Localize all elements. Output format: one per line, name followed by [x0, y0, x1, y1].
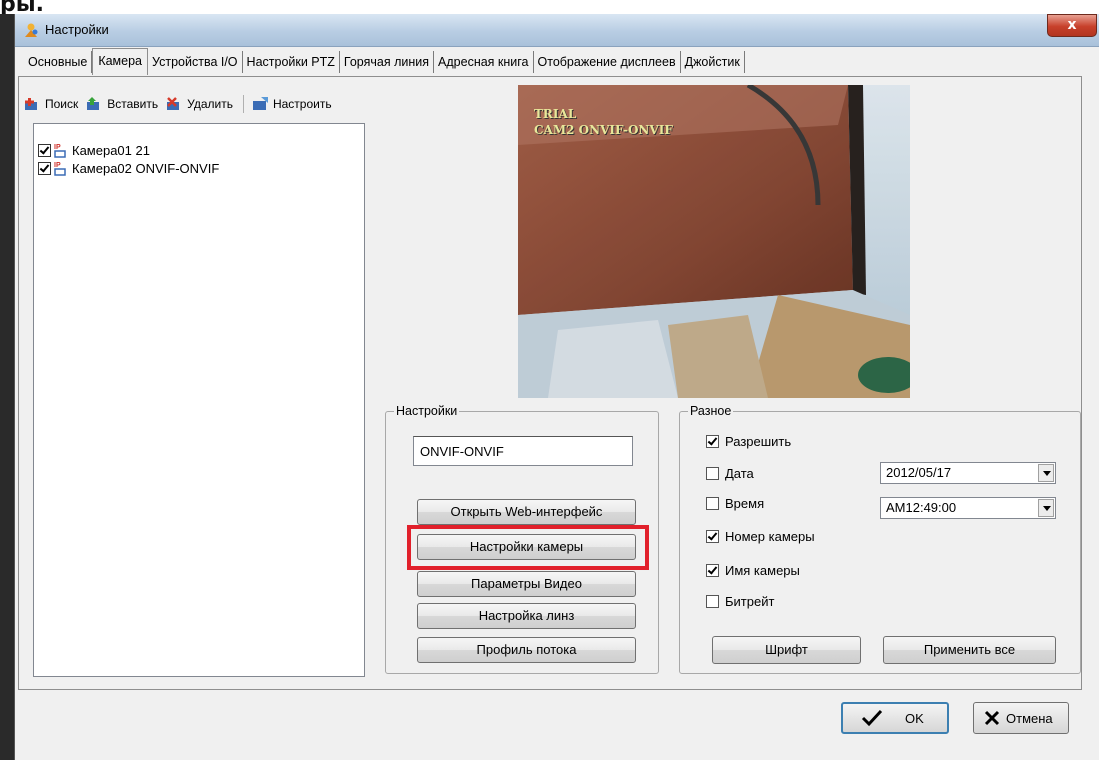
list-item[interactable]: IP Камера02 ONVIF-ONVIF — [38, 159, 219, 177]
camera-number-label: Номер камеры — [725, 529, 815, 544]
ip-camera-icon: IP — [54, 162, 66, 176]
date-checkbox[interactable] — [706, 467, 719, 480]
time-option[interactable]: Время — [706, 496, 764, 511]
tab-ptz-settings[interactable]: Настройки PTZ — [243, 51, 340, 73]
search-button[interactable]: Поиск — [24, 96, 78, 112]
cancel-button-label: Отмена — [1006, 710, 1053, 726]
tab-camera[interactable]: Камера — [92, 48, 148, 75]
insert-button-label: Вставить — [107, 97, 159, 111]
camera-checkbox[interactable] — [38, 143, 51, 157]
camera-number-option[interactable]: Номер камеры — [706, 529, 815, 544]
camera-checkbox[interactable] — [38, 161, 51, 175]
camera-name-option[interactable]: Имя камеры — [706, 563, 800, 578]
chevron-down-icon[interactable] — [1038, 499, 1054, 517]
toolbar-separator — [242, 95, 244, 113]
stream-profile-button[interactable]: Профиль потока — [417, 637, 636, 663]
open-web-interface-button[interactable]: Открыть Web-интерфейс — [417, 499, 636, 525]
search-button-label: Поиск — [45, 97, 79, 111]
tab-general[interactable]: Основные — [22, 51, 93, 73]
delete-button[interactable]: Удалить — [166, 96, 233, 112]
preview-overlay-camera-name: CAM2 ONVIF-ONVIF — [534, 123, 673, 137]
tab-address-book[interactable]: Адресная книга — [434, 51, 534, 73]
chevron-down-icon[interactable] — [1038, 464, 1054, 482]
lens-settings-button[interactable]: Настройка линз — [417, 603, 636, 629]
date-option[interactable]: Дата — [706, 466, 754, 481]
time-select[interactable]: AM12:49:00 — [880, 497, 1056, 519]
date-select[interactable]: 2012/05/17 — [880, 462, 1056, 484]
time-value: AM12:49:00 — [886, 500, 957, 515]
camera-name-label: Имя камеры — [725, 563, 800, 578]
search-camera-icon — [25, 98, 37, 110]
close-button[interactable]: x — [1047, 14, 1097, 37]
tab-strip: Основные Камера Устройства I/O Настройки… — [22, 48, 745, 76]
camera-label: Камера02 ONVIF-ONVIF — [72, 160, 220, 176]
camera-number-checkbox[interactable] — [706, 530, 719, 543]
time-label: Время — [725, 496, 765, 511]
settings-group-legend: Настройки — [396, 404, 458, 418]
enable-option[interactable]: Разрешить — [706, 434, 791, 449]
configure-button[interactable]: Настроить — [252, 96, 332, 112]
camera-label: Камера01 21 — [72, 142, 150, 158]
highlight-frame — [407, 525, 649, 570]
svg-text:IP: IP — [54, 162, 61, 169]
window-title: Настройки — [45, 22, 109, 37]
list-item[interactable]: IP Камера01 21 — [38, 141, 150, 159]
camera-toolbar: Поиск Вставить Удалить Настроить — [24, 92, 340, 116]
tab-hotline[interactable]: Горячая линия — [340, 51, 435, 73]
font-button[interactable]: Шрифт — [712, 636, 861, 664]
insert-camera-icon — [87, 97, 100, 110]
camera-name-input[interactable]: ONVIF-ONVIF — [413, 436, 633, 466]
date-label: Дата — [725, 466, 754, 481]
time-checkbox[interactable] — [706, 497, 719, 510]
checkmark-icon — [861, 709, 883, 727]
video-params-button[interactable]: Параметры Видео — [417, 571, 636, 597]
enable-checkbox[interactable] — [706, 435, 719, 448]
tab-joystick[interactable]: Джойстик — [681, 51, 745, 73]
ip-camera-icon: IP — [54, 144, 66, 158]
delete-camera-icon — [167, 97, 180, 110]
insert-button[interactable]: Вставить — [86, 96, 158, 112]
ok-button-label: OK — [905, 710, 924, 726]
camera-preview: TRIAL CAM2 ONVIF-ONVIF — [518, 85, 910, 398]
configure-camera-icon — [252, 97, 268, 110]
date-value: 2012/05/17 — [886, 465, 952, 480]
bitrate-checkbox[interactable] — [706, 595, 719, 608]
misc-group-legend: Разное — [690, 404, 732, 418]
delete-button-label: Удалить — [187, 97, 233, 111]
bitrate-label: Битрейт — [725, 594, 775, 609]
close-icon — [984, 710, 1000, 726]
close-icon: x — [1067, 17, 1077, 33]
enable-label: Разрешить — [725, 434, 792, 449]
tab-io-devices[interactable]: Устройства I/O — [148, 51, 243, 73]
background-edge — [0, 14, 14, 760]
apply-all-button[interactable]: Применить все — [883, 636, 1056, 664]
preview-overlay-trial: TRIAL — [534, 107, 577, 121]
svg-text:IP: IP — [54, 144, 61, 151]
title-bar[interactable]: Настройки x — [15, 14, 1099, 47]
configure-button-label: Настроить — [272, 97, 332, 111]
app-icon — [25, 23, 38, 37]
camera-list[interactable]: IP Камера01 21 IP Камера02 ONVIF-ONVIF — [33, 123, 365, 677]
camera-name-checkbox[interactable] — [706, 564, 719, 577]
tab-display-mapping[interactable]: Отображение дисплеев — [534, 51, 681, 73]
ok-button[interactable]: OK — [841, 702, 949, 734]
cancel-button[interactable]: Отмена — [973, 702, 1069, 734]
bitrate-option[interactable]: Битрейт — [706, 594, 774, 609]
